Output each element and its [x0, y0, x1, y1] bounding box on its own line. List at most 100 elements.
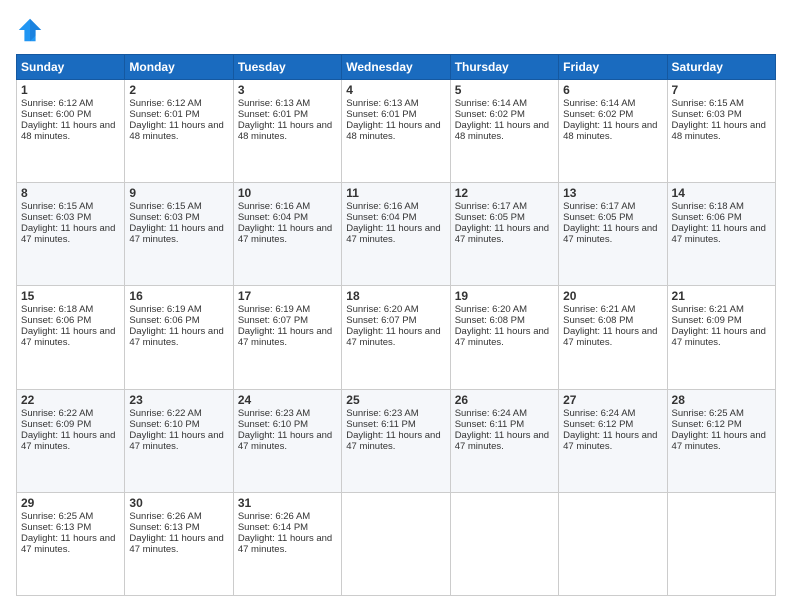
daylight-label: Daylight: 11 hours and 47 minutes.	[238, 430, 332, 452]
calendar-cell: 9 Sunrise: 6:15 AM Sunset: 6:03 PM Dayli…	[125, 183, 233, 286]
calendar-week-row: 22 Sunrise: 6:22 AM Sunset: 6:09 PM Dayl…	[17, 389, 776, 492]
sunset-label: Sunset: 6:11 PM	[346, 419, 416, 430]
sunset-label: Sunset: 6:01 PM	[129, 109, 199, 120]
calendar-cell: 7 Sunrise: 6:15 AM Sunset: 6:03 PM Dayli…	[667, 80, 775, 183]
day-number: 20	[563, 289, 662, 303]
daylight-label: Daylight: 11 hours and 47 minutes.	[129, 326, 223, 348]
sunset-label: Sunset: 6:07 PM	[346, 315, 416, 326]
sunrise-label: Sunrise: 6:19 AM	[238, 304, 310, 315]
calendar-cell	[559, 492, 667, 595]
calendar-cell: 16 Sunrise: 6:19 AM Sunset: 6:06 PM Dayl…	[125, 286, 233, 389]
daylight-label: Daylight: 11 hours and 47 minutes.	[346, 326, 440, 348]
daylight-label: Daylight: 11 hours and 47 minutes.	[672, 326, 766, 348]
sunrise-label: Sunrise: 6:20 AM	[346, 304, 418, 315]
sunrise-label: Sunrise: 6:24 AM	[563, 408, 635, 419]
day-number: 9	[129, 186, 228, 200]
sunrise-label: Sunrise: 6:22 AM	[129, 408, 201, 419]
sunset-label: Sunset: 6:13 PM	[129, 522, 199, 533]
sunrise-label: Sunrise: 6:22 AM	[21, 408, 93, 419]
calendar-cell: 5 Sunrise: 6:14 AM Sunset: 6:02 PM Dayli…	[450, 80, 558, 183]
calendar-cell: 23 Sunrise: 6:22 AM Sunset: 6:10 PM Dayl…	[125, 389, 233, 492]
daylight-label: Daylight: 11 hours and 47 minutes.	[238, 326, 332, 348]
day-number: 11	[346, 186, 445, 200]
daylight-label: Daylight: 11 hours and 47 minutes.	[563, 326, 657, 348]
daylight-label: Daylight: 11 hours and 47 minutes.	[21, 223, 115, 245]
sunset-label: Sunset: 6:03 PM	[21, 212, 91, 223]
daylight-label: Daylight: 11 hours and 47 minutes.	[21, 326, 115, 348]
sunrise-label: Sunrise: 6:23 AM	[238, 408, 310, 419]
daylight-label: Daylight: 11 hours and 48 minutes.	[672, 120, 766, 142]
sunrise-label: Sunrise: 6:20 AM	[455, 304, 527, 315]
sunrise-label: Sunrise: 6:13 AM	[238, 98, 310, 109]
sunset-label: Sunset: 6:12 PM	[672, 419, 742, 430]
day-number: 7	[672, 83, 771, 97]
logo	[16, 16, 48, 44]
sunset-label: Sunset: 6:05 PM	[455, 212, 525, 223]
day-number: 26	[455, 393, 554, 407]
sunset-label: Sunset: 6:12 PM	[563, 419, 633, 430]
daylight-label: Daylight: 11 hours and 47 minutes.	[672, 223, 766, 245]
page: SundayMondayTuesdayWednesdayThursdayFrid…	[0, 0, 792, 612]
day-number: 6	[563, 83, 662, 97]
daylight-label: Daylight: 11 hours and 47 minutes.	[129, 430, 223, 452]
sunset-label: Sunset: 6:03 PM	[672, 109, 742, 120]
daylight-label: Daylight: 11 hours and 48 minutes.	[455, 120, 549, 142]
calendar-cell: 1 Sunrise: 6:12 AM Sunset: 6:00 PM Dayli…	[17, 80, 125, 183]
day-number: 30	[129, 496, 228, 510]
day-number: 10	[238, 186, 337, 200]
day-number: 25	[346, 393, 445, 407]
day-header-sunday: Sunday	[17, 55, 125, 80]
calendar-cell: 18 Sunrise: 6:20 AM Sunset: 6:07 PM Dayl…	[342, 286, 450, 389]
header	[16, 16, 776, 44]
day-number: 28	[672, 393, 771, 407]
day-header-monday: Monday	[125, 55, 233, 80]
calendar-cell: 10 Sunrise: 6:16 AM Sunset: 6:04 PM Dayl…	[233, 183, 341, 286]
day-number: 13	[563, 186, 662, 200]
calendar-cell: 25 Sunrise: 6:23 AM Sunset: 6:11 PM Dayl…	[342, 389, 450, 492]
day-number: 29	[21, 496, 120, 510]
calendar-week-row: 8 Sunrise: 6:15 AM Sunset: 6:03 PM Dayli…	[17, 183, 776, 286]
sunset-label: Sunset: 6:04 PM	[238, 212, 308, 223]
calendar-cell: 30 Sunrise: 6:26 AM Sunset: 6:13 PM Dayl…	[125, 492, 233, 595]
day-number: 5	[455, 83, 554, 97]
sunset-label: Sunset: 6:09 PM	[672, 315, 742, 326]
calendar-cell: 19 Sunrise: 6:20 AM Sunset: 6:08 PM Dayl…	[450, 286, 558, 389]
calendar-week-row: 1 Sunrise: 6:12 AM Sunset: 6:00 PM Dayli…	[17, 80, 776, 183]
sunrise-label: Sunrise: 6:25 AM	[21, 511, 93, 522]
logo-icon	[16, 16, 44, 44]
day-number: 14	[672, 186, 771, 200]
calendar-week-row: 29 Sunrise: 6:25 AM Sunset: 6:13 PM Dayl…	[17, 492, 776, 595]
calendar-cell: 31 Sunrise: 6:26 AM Sunset: 6:14 PM Dayl…	[233, 492, 341, 595]
sunrise-label: Sunrise: 6:15 AM	[21, 201, 93, 212]
daylight-label: Daylight: 11 hours and 47 minutes.	[129, 533, 223, 555]
daylight-label: Daylight: 11 hours and 48 minutes.	[129, 120, 223, 142]
day-number: 8	[21, 186, 120, 200]
sunset-label: Sunset: 6:10 PM	[238, 419, 308, 430]
day-number: 18	[346, 289, 445, 303]
calendar-cell: 29 Sunrise: 6:25 AM Sunset: 6:13 PM Dayl…	[17, 492, 125, 595]
sunrise-label: Sunrise: 6:18 AM	[672, 201, 744, 212]
daylight-label: Daylight: 11 hours and 47 minutes.	[238, 533, 332, 555]
sunset-label: Sunset: 6:06 PM	[21, 315, 91, 326]
calendar-cell	[450, 492, 558, 595]
sunset-label: Sunset: 6:03 PM	[129, 212, 199, 223]
sunrise-label: Sunrise: 6:15 AM	[129, 201, 201, 212]
daylight-label: Daylight: 11 hours and 48 minutes.	[238, 120, 332, 142]
sunrise-label: Sunrise: 6:13 AM	[346, 98, 418, 109]
daylight-label: Daylight: 11 hours and 48 minutes.	[346, 120, 440, 142]
daylight-label: Daylight: 11 hours and 47 minutes.	[455, 430, 549, 452]
sunrise-label: Sunrise: 6:24 AM	[455, 408, 527, 419]
daylight-label: Daylight: 11 hours and 48 minutes.	[21, 120, 115, 142]
day-number: 17	[238, 289, 337, 303]
calendar-cell: 8 Sunrise: 6:15 AM Sunset: 6:03 PM Dayli…	[17, 183, 125, 286]
sunset-label: Sunset: 6:06 PM	[129, 315, 199, 326]
day-number: 21	[672, 289, 771, 303]
sunrise-label: Sunrise: 6:15 AM	[672, 98, 744, 109]
calendar-cell: 3 Sunrise: 6:13 AM Sunset: 6:01 PM Dayli…	[233, 80, 341, 183]
daylight-label: Daylight: 11 hours and 47 minutes.	[563, 223, 657, 245]
sunrise-label: Sunrise: 6:26 AM	[129, 511, 201, 522]
calendar-cell: 26 Sunrise: 6:24 AM Sunset: 6:11 PM Dayl…	[450, 389, 558, 492]
calendar-cell: 2 Sunrise: 6:12 AM Sunset: 6:01 PM Dayli…	[125, 80, 233, 183]
day-number: 22	[21, 393, 120, 407]
day-number: 3	[238, 83, 337, 97]
